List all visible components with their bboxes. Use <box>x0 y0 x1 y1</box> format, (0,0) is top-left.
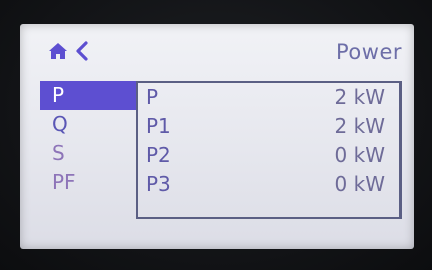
reading-value: 2 kW <box>334 114 385 138</box>
side-menu: P Q S PF <box>40 81 136 197</box>
reading-value: 0 kW <box>334 143 385 167</box>
reading-label: P3 <box>146 172 171 196</box>
menu-item-q[interactable]: Q <box>40 110 136 139</box>
header-bar: Power <box>20 24 414 74</box>
menu-item-pf[interactable]: PF <box>40 168 136 197</box>
menu-item-p[interactable]: P <box>40 81 136 110</box>
home-icon[interactable] <box>48 42 68 60</box>
back-icon[interactable] <box>75 41 89 61</box>
reading-label: P <box>146 85 159 109</box>
readings-panel: P 2 kW P1 2 kW P2 0 kW P3 0 kW <box>136 81 402 219</box>
lcd-screen: Power P Q S PF P 2 kW P1 2 kW P2 0 kW P3… <box>20 24 414 249</box>
reading-row-p2: P2 0 kW <box>138 141 399 170</box>
reading-value: 2 kW <box>334 85 385 109</box>
page-title: Power <box>336 40 402 64</box>
reading-row-p1: P1 2 kW <box>138 112 399 141</box>
reading-value: 0 kW <box>334 172 385 196</box>
reading-row-p3: P3 0 kW <box>138 170 399 199</box>
reading-row-p: P 2 kW <box>138 83 399 112</box>
reading-label: P1 <box>146 114 171 138</box>
reading-label: P2 <box>146 143 171 167</box>
menu-item-s[interactable]: S <box>40 139 136 168</box>
